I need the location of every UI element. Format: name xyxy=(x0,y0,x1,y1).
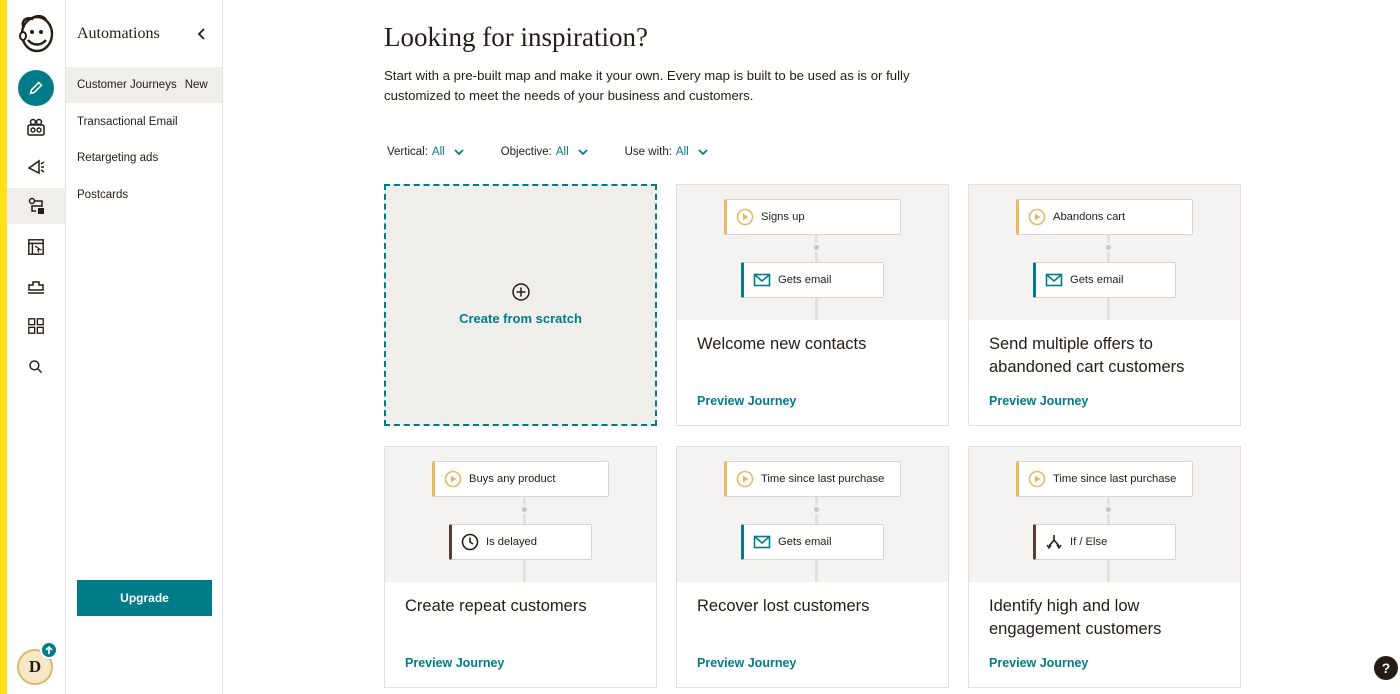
clock-icon xyxy=(461,533,479,551)
journey-title: Create repeat customers xyxy=(405,597,587,615)
journey-title: Send multiple offers to abandoned cart c… xyxy=(989,335,1185,376)
delay-step: Is delayed xyxy=(449,524,592,560)
page-description: Start with a pre-built map and make it y… xyxy=(384,68,910,103)
envelope-icon xyxy=(753,273,771,287)
journey-title: Recover lost customers xyxy=(697,597,870,615)
branch-icon xyxy=(1046,535,1062,550)
trigger-step: Time since last purchase xyxy=(1016,461,1193,497)
preview-journey-link[interactable]: Preview Journey xyxy=(989,394,1088,408)
play-icon xyxy=(444,470,462,488)
play-icon xyxy=(1028,208,1046,226)
subnav-item-label: Transactional Email xyxy=(77,116,178,128)
play-icon xyxy=(736,208,754,226)
trigger-label: Signs up xyxy=(761,211,805,223)
search-icon[interactable] xyxy=(18,349,54,385)
action-label: Gets email xyxy=(778,274,832,286)
journey-card-repeat-customers[interactable]: Buys any product Is delayed Create repea… xyxy=(384,446,657,688)
trigger-label: Abandons cart xyxy=(1053,211,1126,223)
preview-journey-link[interactable]: Preview Journey xyxy=(989,656,1088,670)
journey-title: Identify high and low engagement custome… xyxy=(989,597,1162,638)
envelope-icon xyxy=(753,535,771,549)
page-title: Looking for inspiration? xyxy=(384,22,648,52)
subnav-item-label: Postcards xyxy=(77,189,129,201)
journey-preview: Time since last purchase If / Else xyxy=(969,447,1240,582)
upgrade-button[interactable]: Upgrade xyxy=(77,580,212,616)
trigger-label: Time since last purchase xyxy=(1053,473,1177,485)
trigger-label: Buys any product xyxy=(469,473,556,485)
if-else-step: If / Else xyxy=(1033,524,1176,560)
brand-strip xyxy=(0,0,7,694)
journey-preview: Buys any product Is delayed xyxy=(385,447,656,582)
create-icon[interactable] xyxy=(18,70,54,106)
upgrade-arrow-icon xyxy=(40,641,58,659)
filter-vertical[interactable]: Vertical: All xyxy=(387,146,465,158)
audience-icon[interactable] xyxy=(18,109,54,145)
content-icon[interactable] xyxy=(18,308,54,344)
trigger-label: Time since last purchase xyxy=(761,473,885,485)
journey-preview: Time since last purchase Gets email xyxy=(677,447,948,582)
trigger-step: Time since last purchase xyxy=(724,461,901,497)
action-label: Gets email xyxy=(1070,274,1124,286)
journey-preview: Abandons cart Gets email xyxy=(969,185,1240,320)
add-circle-icon xyxy=(511,283,530,301)
subnav-title: Automations xyxy=(77,25,160,42)
email-step: Gets email xyxy=(1033,262,1176,298)
chevron-down-icon xyxy=(698,149,708,156)
journey-card-welcome[interactable]: Signs up Gets email Welcome new contacts… xyxy=(676,184,949,426)
automations-icon[interactable] xyxy=(7,188,66,224)
preview-journey-link[interactable]: Preview Journey xyxy=(405,656,504,670)
integrations-icon[interactable] xyxy=(18,268,54,304)
website-icon[interactable] xyxy=(18,229,54,265)
subnav-item-transactional-email[interactable]: Transactional Email xyxy=(66,104,222,140)
campaigns-icon[interactable] xyxy=(18,148,54,184)
filter-value: All xyxy=(431,146,445,158)
email-step: Gets email xyxy=(741,524,884,560)
filter-objective[interactable]: Objective: All xyxy=(501,146,589,158)
filter-value: All xyxy=(675,146,689,158)
main-content: Looking for inspiration? Start with a pr… xyxy=(223,0,1400,694)
help-button[interactable]: ? xyxy=(1374,656,1398,680)
subnav-item-label: Retargeting ads xyxy=(77,152,159,164)
play-icon xyxy=(736,470,754,488)
filter-label: Vertical: xyxy=(387,146,428,158)
filter-value: All xyxy=(555,146,569,158)
journey-preview: Signs up Gets email xyxy=(677,185,948,320)
email-step: Gets email xyxy=(741,262,884,298)
filter-bar: Vertical: All Objective: All Use with: A… xyxy=(387,146,709,158)
subnav-item-postcards[interactable]: Postcards xyxy=(66,177,222,213)
play-icon xyxy=(1028,470,1046,488)
trigger-step: Buys any product xyxy=(432,461,609,497)
subnav-item-customer-journeys[interactable]: Customer Journeys New xyxy=(66,67,222,103)
new-badge: New xyxy=(184,79,208,91)
action-label: If / Else xyxy=(1070,536,1108,548)
subnav-item-label: Customer Journeys xyxy=(77,79,177,91)
trigger-step: Signs up xyxy=(724,199,901,235)
create-from-scratch-label: Create from scratch xyxy=(459,311,582,326)
main-nav-rail: D xyxy=(7,0,66,694)
filter-use-with[interactable]: Use with: All xyxy=(625,146,709,158)
trigger-step: Abandons cart xyxy=(1016,199,1193,235)
automations-subnav: Automations Customer Journeys New Transa… xyxy=(66,0,223,694)
preview-journey-link[interactable]: Preview Journey xyxy=(697,394,796,408)
filter-label: Objective: xyxy=(500,146,552,158)
avatar-initial: D xyxy=(28,657,42,676)
filter-label: Use with: xyxy=(624,146,672,158)
action-label: Gets email xyxy=(778,536,832,548)
create-from-scratch-card[interactable]: Create from scratch xyxy=(384,184,657,426)
journey-card-engagement[interactable]: Time since last purchase If / Else Ident… xyxy=(968,446,1241,688)
action-label: Is delayed xyxy=(486,536,537,548)
chevron-down-icon xyxy=(454,149,464,156)
envelope-icon xyxy=(1045,273,1063,287)
journey-title: Welcome new contacts xyxy=(697,335,867,353)
mailchimp-logo-icon[interactable] xyxy=(16,12,56,54)
chevron-down-icon xyxy=(577,149,588,156)
collapse-chevron-icon[interactable] xyxy=(194,26,210,42)
journey-card-abandoned-cart[interactable]: Abandons cart Gets email Send multiple o… xyxy=(968,184,1241,426)
journey-card-lost-customers[interactable]: Time since last purchase Gets email Reco… xyxy=(676,446,949,688)
preview-journey-link[interactable]: Preview Journey xyxy=(697,656,796,670)
subnav-item-retargeting-ads[interactable]: Retargeting ads xyxy=(66,140,222,176)
